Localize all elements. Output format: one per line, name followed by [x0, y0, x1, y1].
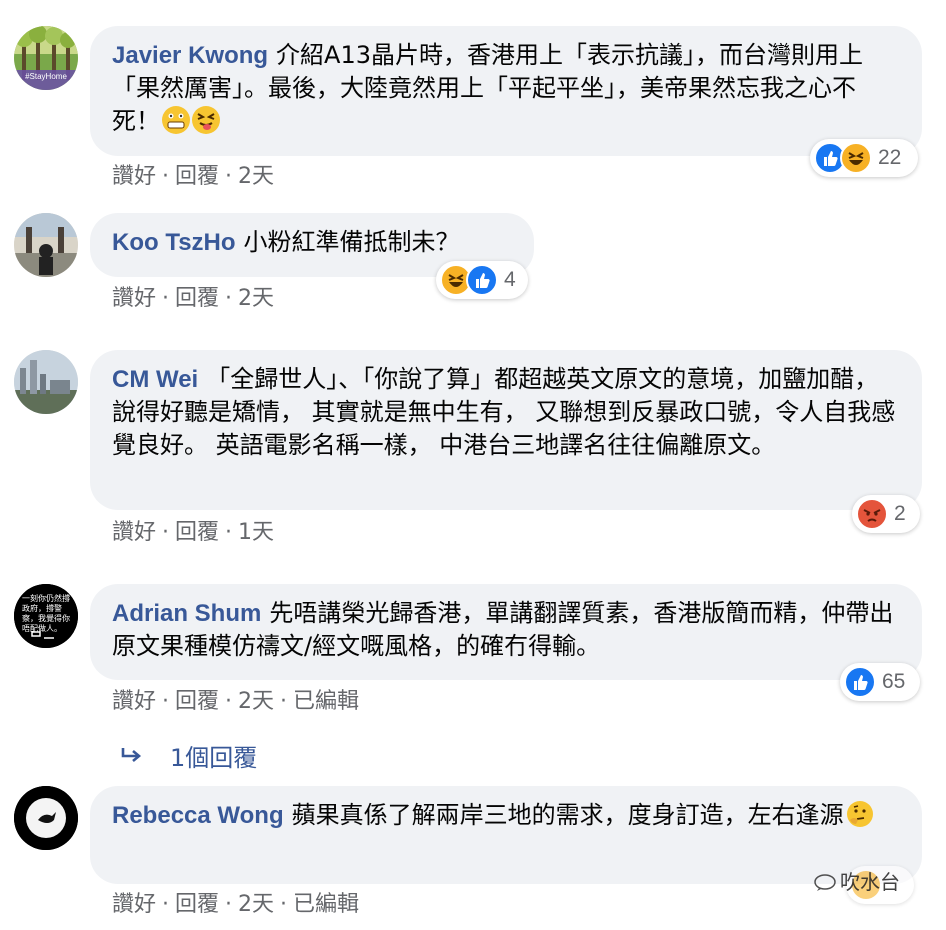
like-link[interactable]: 讚好 — [112, 892, 156, 917]
like-link[interactable]: 讚好 — [112, 286, 156, 311]
grin-emoji-icon — [162, 106, 190, 134]
timestamp[interactable]: 2天 — [238, 892, 274, 917]
avatar[interactable]: #StayHome — [14, 26, 78, 90]
timestamp[interactable]: 2天 — [238, 286, 274, 311]
avatar[interactable] — [14, 786, 78, 850]
edited-label[interactable]: 已編輯 — [293, 689, 359, 714]
thinking-emoji-icon — [846, 800, 874, 828]
reaction-count: 22 — [878, 146, 902, 169]
comment-author[interactable]: Koo TszHo — [112, 229, 236, 256]
watermark: 吹水台 — [814, 866, 900, 895]
comment-actions: 讚好 · 回覆 · 2天 · 已編輯 — [112, 892, 360, 917]
comment-bubble: Adrian Shum 先唔講榮光歸香港，單講翻譯質素，香港版簡而精，仲帶出原文果… — [90, 584, 922, 680]
comment-text: 小粉紅準備抵制未？ — [243, 228, 460, 256]
comment-text: 「全歸世人」、「你說了算」都超越英文原文的意境，加鹽加醋， 說得好聽是矯情， 其… — [112, 365, 896, 459]
like-reaction-icon — [466, 264, 498, 296]
timestamp[interactable]: 2天 — [238, 689, 274, 714]
comment-actions: 讚好 · 回覆 · 1天 — [112, 520, 275, 545]
timestamp[interactable]: 2天 — [238, 164, 274, 189]
avatar[interactable] — [14, 350, 78, 414]
comment-author[interactable]: Rebecca Wong — [112, 802, 284, 829]
reply-link[interactable]: 回覆 — [175, 892, 219, 917]
reaction-summary[interactable]: 2 — [852, 495, 920, 533]
avatar[interactable] — [14, 213, 78, 277]
reaction-count: 65 — [882, 670, 906, 693]
reaction-count: 4 — [504, 268, 516, 291]
avatar[interactable]: 一刻你仍然撐政府，撐警察，我覺得你唔配做人。 — [14, 584, 78, 648]
comment-bubble: CM Wei 「全歸世人」、「你說了算」都超越英文原文的意境，加鹽加醋， 說得好聽… — [90, 350, 922, 510]
like-link[interactable]: 讚好 — [112, 689, 156, 714]
view-replies-link[interactable]: 1個回覆 — [118, 738, 257, 773]
like-reaction-icon — [844, 666, 876, 698]
like-link[interactable]: 讚好 — [112, 520, 156, 545]
reply-link[interactable]: 回覆 — [175, 689, 219, 714]
haha-reaction-icon — [840, 142, 872, 174]
comment-author[interactable]: Adrian Shum — [112, 600, 261, 627]
like-link[interactable]: 讚好 — [112, 164, 156, 189]
avatar-overlay-text: 一刻你仍然撐政府，撐警察，我覺得你唔配做人。 — [22, 594, 70, 633]
comment-bubble: Rebecca Wong 蘋果真係了解兩岸三地的需求，度身訂造，左右逢源 — [90, 786, 922, 884]
reaction-summary[interactable]: 4 — [436, 261, 528, 299]
reply-link[interactable]: 回覆 — [175, 520, 219, 545]
angry-reaction-icon — [856, 498, 888, 530]
comment-bubble: Javier Kwong 介紹A13晶片時，香港用上「表示抗議」，而台灣則用上「果… — [90, 26, 922, 156]
comment-actions: 讚好 · 回覆 · 2天 · 已編輯 — [112, 689, 360, 714]
avatar-overlay-text: #StayHome — [25, 72, 67, 81]
reply-link[interactable]: 回覆 — [175, 164, 219, 189]
reaction-summary[interactable]: 65 — [840, 663, 920, 701]
timestamp[interactable]: 1天 — [238, 520, 274, 545]
edited-label[interactable]: 已編輯 — [293, 892, 359, 917]
reaction-summary[interactable]: 22 — [810, 139, 918, 177]
comment-actions: 讚好 · 回覆 · 2天 — [112, 164, 275, 189]
comment-author[interactable]: CM Wei — [112, 366, 198, 393]
replies-count-label[interactable]: 1個回覆 — [170, 738, 257, 773]
squint-tongue-emoji-icon — [192, 106, 220, 134]
comment-author[interactable]: Javier Kwong — [112, 42, 268, 69]
reaction-count: 2 — [894, 502, 906, 525]
reply-arrow-icon — [118, 744, 146, 768]
chat-bubble-icon — [814, 873, 836, 891]
comment-text: 蘋果真係了解兩岸三地的需求，度身訂造，左右逢源 — [291, 801, 844, 829]
comment-actions: 讚好 · 回覆 · 2天 — [112, 286, 275, 311]
reply-link[interactable]: 回覆 — [175, 286, 219, 311]
watermark-text: 吹水台 — [840, 870, 900, 894]
